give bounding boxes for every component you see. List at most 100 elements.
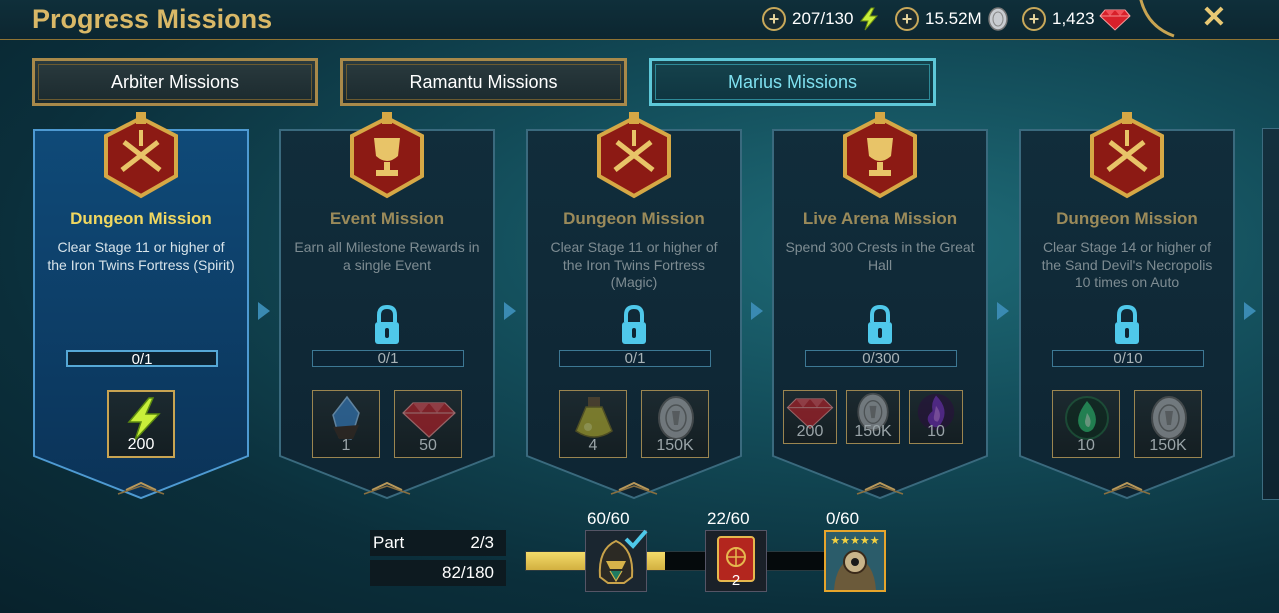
next-card-peek — [1262, 128, 1279, 500]
reward-value: 200 — [796, 423, 824, 440]
add-energy-button[interactable]: + — [762, 7, 786, 31]
mission-title: Event Mission — [329, 209, 445, 228]
mission-rewards: 10 150K — [1018, 390, 1236, 460]
mission-rewards: 200 — [32, 390, 250, 460]
lock-icon — [622, 304, 646, 344]
lock-icon — [868, 304, 892, 344]
part-box: Part 2/3 — [370, 530, 506, 556]
mission-card[interactable]: Dungeon Mission Clear Stage 11 or higher … — [525, 112, 743, 500]
tab-label: Arbiter Missions — [110, 71, 240, 92]
chevron-right-icon — [258, 302, 270, 320]
tab-marius-missions[interactable]: Marius Missions — [649, 58, 936, 106]
champion-portrait-icon: ★★★★★ — [826, 532, 884, 590]
points-box: 82/180 — [370, 560, 506, 586]
milestone-reward-1[interactable] — [585, 529, 648, 592]
mission-description: Earn all Milestone Rewards in a single E… — [294, 239, 480, 273]
energy-value: 207/130 — [792, 9, 854, 28]
reward-slot[interactable]: 10 — [909, 390, 963, 444]
reward-value: 150K — [1149, 437, 1187, 454]
chevron-right-icon — [997, 302, 1009, 320]
mission-card[interactable]: Live Arena Mission Spend 300 Crests in th… — [771, 112, 989, 500]
part-label: Part — [373, 533, 405, 552]
mission-card[interactable]: Event Mission Earn all Milestone Rewards … — [278, 112, 496, 500]
milestone-label: 22/60 — [707, 509, 750, 528]
mission-description: Clear Stage 11 or higher of the Iron Twi… — [47, 239, 235, 273]
gems-value: 1,423 — [1052, 9, 1095, 28]
silver-resource: + 15.52M — [895, 6, 1010, 32]
milestone-reward-value: 2 — [731, 572, 741, 589]
energy-resource: + 207/130 — [762, 6, 881, 32]
green-flame-icon — [1065, 396, 1109, 440]
milestone-reward-2[interactable]: 2 — [705, 530, 767, 592]
mission-title: Dungeon Mission — [563, 209, 705, 228]
gem-icon — [402, 402, 456, 438]
mission-rewards: 200 150K 10 — [771, 390, 989, 460]
reward-value: 4 — [588, 437, 598, 454]
gem-icon — [1098, 9, 1131, 31]
part-value: 2/3 — [470, 533, 494, 552]
silver-coin-icon — [658, 396, 694, 440]
reward-slot[interactable]: 200 — [783, 390, 837, 444]
top-bar: Progress Missions + 207/130 + 15.52M + 1… — [0, 0, 1279, 40]
gems-resource: + 1,423 — [1022, 6, 1131, 32]
decorative-arc — [1139, 0, 1175, 38]
reward-value: 10 — [927, 423, 945, 440]
reward-value: 150K — [854, 423, 892, 440]
chevron-right-icon — [504, 302, 516, 320]
milestone-label: 60/60 — [587, 509, 630, 528]
mission-rewards: 4 150K — [525, 390, 743, 460]
mission-description: Clear Stage 14 or higher of the Sand Dev… — [1041, 239, 1213, 290]
close-button[interactable]: ✕ — [1198, 2, 1230, 34]
mission-progress: 0/1 — [559, 350, 711, 367]
chevron-right-icon — [751, 302, 763, 320]
silver-coin-icon — [987, 7, 1008, 31]
reward-slot[interactable]: 150K — [1134, 390, 1202, 458]
potion-icon — [575, 397, 613, 438]
add-silver-button[interactable]: + — [895, 7, 919, 31]
tab-ramantu-missions[interactable]: Ramantu Missions — [340, 58, 627, 106]
reward-slot[interactable]: 200 — [107, 390, 175, 458]
tab-label: Marius Missions — [727, 71, 858, 92]
mission-title: Live Arena Mission — [802, 209, 958, 228]
crossed-swords-icon — [1090, 112, 1164, 199]
mission-rewards: 1 50 — [278, 390, 496, 460]
chevron-right-icon — [1244, 302, 1256, 320]
reward-slot[interactable]: 10 — [1052, 390, 1120, 458]
reward-slot[interactable]: 50 — [394, 390, 462, 458]
lock-icon — [375, 304, 399, 344]
lightning-icon — [860, 7, 879, 31]
reward-value: 150K — [656, 437, 694, 454]
reward-value: 10 — [1077, 437, 1095, 454]
page-title: Progress Missions — [32, 4, 273, 34]
trophy-icon — [843, 112, 917, 199]
milestone-label: 0/60 — [826, 509, 860, 528]
mission-progress: 0/1 — [66, 350, 218, 367]
mission-description: Clear Stage 11 or higher of the Iron Twi… — [550, 239, 718, 290]
silver-coin-icon — [1151, 396, 1187, 440]
reward-slot[interactable]: 150K — [846, 390, 900, 444]
part-points: 82/180 — [442, 563, 494, 582]
shard-icon — [332, 395, 360, 440]
mission-progress: 0/1 — [312, 350, 464, 367]
close-icon: ✕ — [1201, 1, 1227, 34]
reward-value: 50 — [419, 437, 437, 454]
mission-card[interactable]: Dungeon Mission Clear Stage 11 or higher … — [32, 112, 250, 500]
lock-icon — [1115, 304, 1139, 344]
svg-text:★★★★★: ★★★★★ — [830, 534, 879, 547]
mission-title: Dungeon Mission — [70, 209, 212, 228]
reward-slot[interactable]: 150K — [641, 390, 709, 458]
mission-card[interactable]: Dungeon Mission Clear Stage 14 or higher … — [1018, 112, 1236, 500]
reward-slot[interactable]: 1 — [312, 390, 380, 458]
mission-progress: 0/300 — [805, 350, 957, 367]
reward-slot[interactable]: 4 — [559, 390, 627, 458]
trophy-icon — [350, 112, 424, 199]
mission-description: Spend 300 Crests in the Great Hall — [785, 239, 975, 273]
mission-progress: 0/10 — [1052, 350, 1204, 367]
mission-title: Dungeon Mission — [1056, 209, 1198, 228]
add-gems-button[interactable]: + — [1022, 7, 1046, 31]
reward-value: 200 — [127, 436, 155, 453]
milestone-reward-3[interactable]: ★★★★★ — [824, 530, 886, 592]
tab-label: Ramantu Missions — [409, 71, 558, 92]
crossed-swords-icon — [104, 112, 178, 199]
tab-arbiter-missions[interactable]: Arbiter Missions — [32, 58, 318, 106]
